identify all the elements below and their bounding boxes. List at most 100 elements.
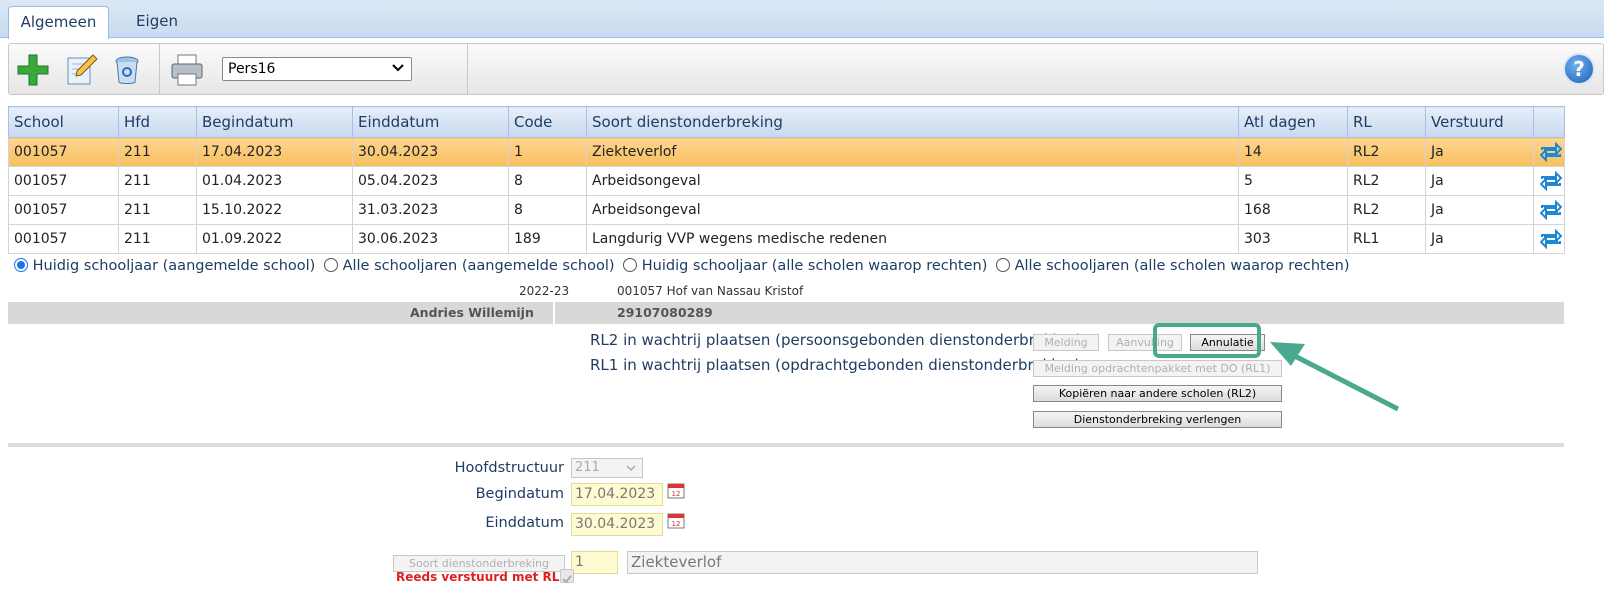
schooljaar-value: 2022-23: [519, 284, 570, 298]
cell-begindatum: 01.04.2023: [196, 166, 353, 196]
cell-soort: Arbeidsongeval: [586, 166, 1239, 196]
cell-begindatum: 01.09.2022: [196, 224, 353, 254]
cell-action: [1533, 195, 1565, 225]
person-name: Andries Willemijn: [410, 305, 534, 320]
svg-text:12: 12: [672, 520, 681, 528]
cell-einddatum: 31.03.2023: [352, 195, 509, 225]
table-row[interactable]: 001057 211 01.04.2023 05.04.2023 8 Arbei…: [8, 166, 1565, 196]
cell-rl: RL2: [1347, 166, 1426, 196]
col-verstuurd[interactable]: Verstuurd: [1425, 106, 1534, 138]
add-icon[interactable]: [15, 52, 51, 88]
melding-button[interactable]: Melding: [1033, 334, 1099, 351]
reeds-verstuurd-label: Reeds verstuurd met RL2: [396, 570, 568, 584]
col-soort[interactable]: Soort dienstonderbreking: [586, 106, 1239, 138]
print-icon[interactable]: [169, 52, 205, 88]
schooljaar-filter: Huidig schooljaar (aangemelde school) Al…: [14, 258, 1353, 274]
verlengen-button[interactable]: Dienstonderbreking verlengen: [1033, 411, 1282, 428]
cell-verstuurd: Ja: [1425, 195, 1534, 225]
cell-atl-dagen: 14: [1238, 137, 1348, 167]
col-code[interactable]: Code: [508, 106, 587, 138]
calendar-icon[interactable]: 12: [667, 511, 685, 529]
cell-school: 001057: [8, 195, 119, 225]
radio-huidig-aangemeld[interactable]: Huidig schooljaar (aangemelde school): [14, 258, 315, 274]
col-atl-dagen[interactable]: Atl dagen: [1238, 106, 1348, 138]
melding-rl1-button[interactable]: Melding opdrachtenpakket met DO (RL1): [1033, 360, 1282, 377]
table-header-row: School Hfd Begindatum Einddatum Code Soo…: [8, 106, 1565, 138]
cell-verstuurd: Ja: [1425, 224, 1534, 254]
toolbar-separator: [467, 44, 468, 94]
radio-alle-alle-scholen[interactable]: Alle schooljaren (alle scholen waarop re…: [996, 258, 1349, 274]
radio-huidig-alle-scholen[interactable]: Huidig schooljaar (alle scholen waarop r…: [623, 258, 987, 274]
col-school[interactable]: School: [8, 106, 119, 138]
svg-text:12: 12: [672, 490, 681, 498]
cell-atl-dagen: 5: [1238, 166, 1348, 196]
begindatum-field[interactable]: 17.04.2023: [571, 483, 663, 506]
pointer-arrow-icon: [1270, 342, 1400, 412]
table-row[interactable]: 001057 211 01.09.2022 30.06.2023 189 Lan…: [8, 224, 1565, 254]
table-row[interactable]: 001057 211 15.10.2022 31.03.2023 8 Arbei…: [8, 195, 1565, 225]
chevron-down-icon: [392, 64, 404, 72]
tab-bar: Algemeen Eigen: [0, 0, 1604, 39]
einddatum-label: Einddatum: [485, 515, 564, 531]
transfer-icon[interactable]: [1540, 200, 1562, 220]
tab-algemeen[interactable]: Algemeen: [8, 6, 109, 39]
soort-description-field: Ziekteverlof: [627, 551, 1258, 574]
cell-soort: Langdurig VVP wegens medische redenen: [586, 224, 1239, 254]
col-begindatum[interactable]: Begindatum: [196, 106, 353, 138]
cell-hfd: 211: [118, 137, 197, 167]
radio-label: Alle schooljaren (aangemelde school): [342, 258, 615, 274]
tab-eigen[interactable]: Eigen: [112, 6, 202, 38]
cell-hfd: 211: [118, 224, 197, 254]
cell-verstuurd: Ja: [1425, 137, 1534, 167]
pers-select[interactable]: Pers16: [222, 57, 412, 81]
col-rl[interactable]: RL: [1347, 106, 1426, 138]
person-info-bar: Andries Willemijn 29107080289: [8, 302, 1564, 324]
help-icon[interactable]: ?: [1563, 53, 1595, 85]
table-row[interactable]: 001057 211 17.04.2023 30.04.2023 1 Ziekt…: [8, 137, 1565, 167]
col-hfd[interactable]: Hfd: [118, 106, 197, 138]
dienstonderbreking-table: School Hfd Begindatum Einddatum Code Soo…: [8, 106, 1565, 254]
radio-alle-aangemeld[interactable]: Alle schooljaren (aangemelde school): [323, 258, 615, 274]
edit-icon[interactable]: [63, 52, 99, 88]
transfer-icon[interactable]: [1540, 142, 1562, 162]
col-einddatum[interactable]: Einddatum: [352, 106, 509, 138]
delete-icon[interactable]: [109, 52, 145, 88]
cell-rl: RL1: [1347, 224, 1426, 254]
transfer-icon[interactable]: [1540, 229, 1562, 249]
toolbar-separator: [159, 44, 160, 94]
reeds-verstuurd-checkbox[interactable]: [560, 569, 574, 584]
cell-atl-dagen: 168: [1238, 195, 1348, 225]
pers-select-value: Pers16: [228, 61, 276, 77]
cell-code: 1: [508, 137, 587, 167]
cell-school: 001057: [8, 166, 119, 196]
cell-einddatum: 30.06.2023: [352, 224, 509, 254]
radio-unselected: [996, 258, 1010, 272]
radio-selected: [14, 258, 28, 272]
cell-einddatum: 05.04.2023: [352, 166, 509, 196]
transfer-icon[interactable]: [1540, 171, 1562, 191]
cell-einddatum: 30.04.2023: [352, 137, 509, 167]
toolbar: Pers16 ?: [8, 43, 1604, 95]
einddatum-field[interactable]: 30.04.2023: [571, 513, 663, 536]
person-number: 29107080289: [617, 305, 713, 320]
hoofdstructuur-select[interactable]: 211: [571, 458, 643, 478]
cell-action: [1533, 137, 1565, 167]
soort-code-field[interactable]: 1: [571, 551, 618, 574]
cell-hfd: 211: [118, 195, 197, 225]
hoofdstructuur-value: 211: [575, 460, 600, 475]
radio-label: Huidig schooljaar (aangemelde school): [32, 258, 316, 274]
cell-action: [1533, 166, 1565, 196]
cell-hfd: 211: [118, 166, 197, 196]
cell-verstuurd: Ja: [1425, 166, 1534, 196]
cell-begindatum: 15.10.2022: [196, 195, 353, 225]
cell-school: 001057: [8, 137, 119, 167]
calendar-icon[interactable]: 12: [667, 481, 685, 499]
kopieren-button[interactable]: Kopiëren naar andere scholen (RL2): [1033, 385, 1282, 402]
cell-action: [1533, 224, 1565, 254]
hoofdstructuur-label: Hoofdstructuur: [454, 460, 564, 476]
cell-school: 001057: [8, 224, 119, 254]
cell-code: 189: [508, 224, 587, 254]
school-value: 001057 Hof van Nassau Kristof: [617, 284, 804, 298]
info-divider: [553, 302, 555, 324]
cell-soort: Ziekteverlof: [586, 137, 1239, 167]
